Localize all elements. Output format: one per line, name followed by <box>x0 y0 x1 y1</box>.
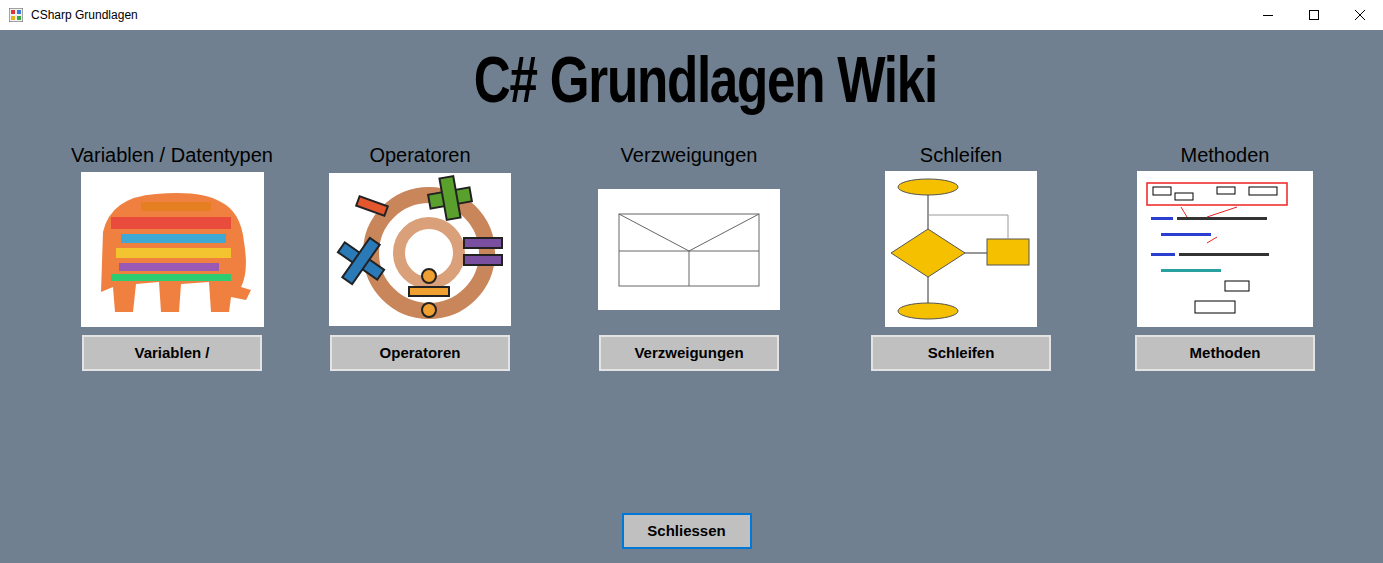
section-picture-area <box>841 170 1081 328</box>
section-column: Operatoren Operatoren <box>300 143 540 371</box>
section-heading: Variablen / Datentypen <box>71 143 273 167</box>
window-controls <box>1245 0 1383 30</box>
close-icon[interactable] <box>1337 0 1383 30</box>
section-heading: Verzweigungen <box>621 143 758 167</box>
maximize-icon[interactable] <box>1291 0 1337 30</box>
close-button[interactable]: Schliessen <box>622 513 752 549</box>
section-button[interactable]: Methoden <box>1135 335 1315 371</box>
page-title: C# Grundlagen Wiki <box>474 48 937 112</box>
section-column: Methoden Methoden <box>1105 143 1345 371</box>
section-picture <box>598 189 780 310</box>
section-picture-area <box>52 170 292 328</box>
section-column: Verzweigungen Verzweigungen <box>569 143 809 371</box>
section-heading: Methoden <box>1181 143 1270 167</box>
section-column: Schleifen Schleifen <box>841 143 1081 371</box>
section-picture <box>1137 171 1313 327</box>
section-picture <box>81 172 264 327</box>
section-button[interactable]: Verzweigungen <box>599 335 779 371</box>
title-bar: CSharp Grundlagen <box>0 0 1383 30</box>
section-button[interactable]: Operatoren <box>330 335 510 371</box>
section-column: Variablen / Datentypen Variablen / <box>52 143 292 371</box>
title-area: C# Grundlagen Wiki <box>0 30 1383 130</box>
minimize-icon[interactable] <box>1245 0 1291 30</box>
section-heading: Schleifen <box>920 143 1002 167</box>
sections-row: Variablen / Datentypen Variablen / Operato… <box>0 130 1383 371</box>
window-title: CSharp Grundlagen <box>31 6 138 24</box>
section-picture <box>329 173 511 326</box>
section-picture-area <box>1105 170 1345 328</box>
section-picture-area <box>569 170 809 328</box>
section-picture <box>885 171 1037 327</box>
section-heading: Operatoren <box>369 143 470 167</box>
close-area: Schliessen <box>0 513 1383 549</box>
section-button[interactable]: Schleifen <box>871 335 1051 371</box>
section-button[interactable]: Variablen / <box>82 335 262 371</box>
app-icon <box>9 8 23 22</box>
section-picture-area <box>300 170 540 328</box>
